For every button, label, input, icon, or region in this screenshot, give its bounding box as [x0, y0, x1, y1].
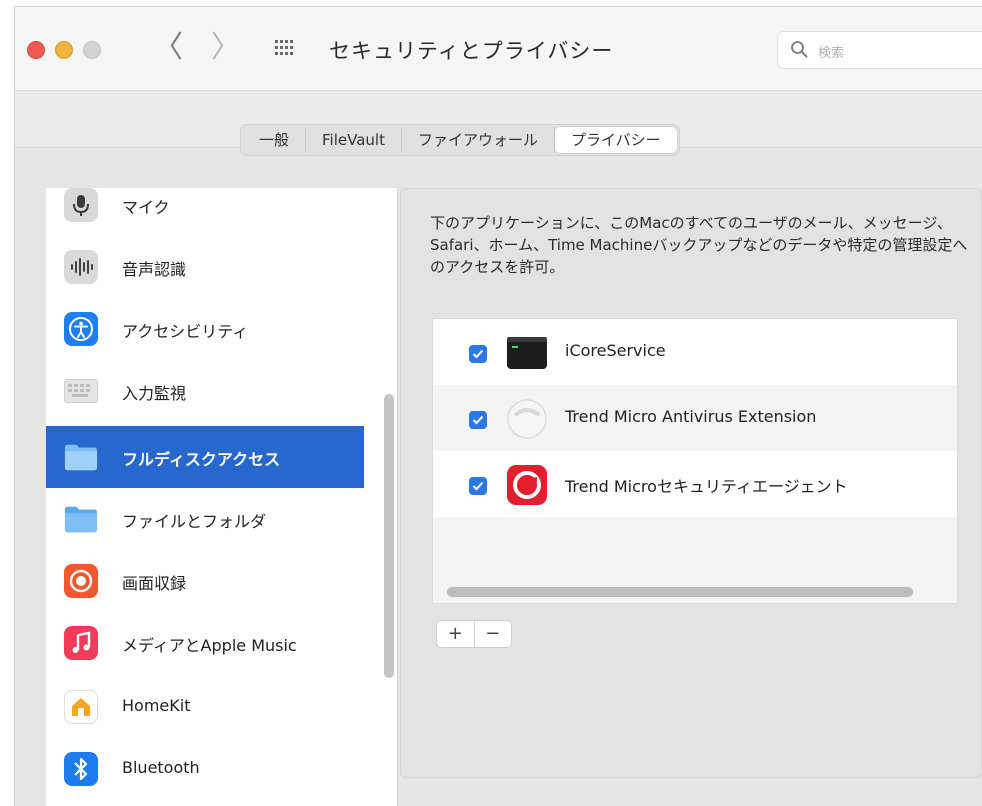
app-enabled-checkbox[interactable]: [469, 345, 487, 363]
home-icon: [64, 690, 98, 724]
shield-icon: [505, 397, 549, 441]
app-list-scrollbar[interactable]: [447, 587, 913, 597]
zoom-window-button[interactable]: [83, 41, 101, 59]
sidebar-item-label: HomeKit: [122, 696, 191, 715]
sidebar-item-label: 音声認識: [122, 260, 187, 279]
trend-micro-icon: [505, 463, 549, 507]
close-window-button[interactable]: [27, 41, 45, 59]
sidebar-scrollbar[interactable]: [384, 394, 394, 678]
app-row-icoreservice[interactable]: iCoreService: [433, 319, 957, 385]
app-name: iCoreService: [565, 341, 666, 360]
sidebar-item-bluetooth[interactable]: Bluetooth: [46, 738, 364, 800]
sidebar-item-label: 入力監視: [122, 384, 187, 403]
music-icon: [64, 626, 98, 660]
window-title: セキュリティとプライバシー: [329, 39, 614, 63]
microphone-icon: [64, 188, 98, 222]
search-icon: [791, 41, 808, 58]
app-list: iCoreService Trend Micro Antivirus Exten…: [432, 318, 958, 604]
sidebar-item-files-and-folders[interactable]: ファイルとフォルダ: [46, 488, 364, 550]
accessibility-icon: [64, 312, 98, 346]
sidebar-item-speech-recognition[interactable]: 音声認識: [46, 236, 364, 298]
sidebar-item-homekit[interactable]: HomeKit: [46, 676, 364, 738]
sidebar-item-label: フルディスクアクセス: [122, 450, 281, 469]
sidebar-item-accessibility[interactable]: アクセシビリティ: [46, 298, 364, 360]
sidebar-item-microphone[interactable]: マイク: [46, 188, 364, 236]
sidebar-item-label: アクセシビリティ: [122, 322, 249, 341]
bluetooth-icon: [64, 752, 98, 786]
sidebar-item-label: ファイルとフォルダ: [122, 512, 267, 531]
tab-filevault[interactable]: FileVault: [306, 127, 402, 153]
speech-recognition-icon: [64, 250, 98, 284]
screen-recording-icon: [64, 564, 98, 598]
sidebar-item-label: メディアとApple Music: [122, 636, 297, 655]
add-remove-control: + −: [436, 620, 512, 648]
keyboard-icon: [64, 379, 98, 403]
tab-privacy[interactable]: プライバシー: [554, 127, 677, 153]
sidebar-item-screen-recording[interactable]: 画面収録: [46, 550, 364, 612]
forward-button[interactable]: 〉: [211, 33, 241, 65]
folder-icon: [64, 440, 98, 474]
search-placeholder: 検索: [818, 46, 845, 61]
sidebar-item-full-disk-access[interactable]: フルディスクアクセス: [46, 426, 364, 488]
tab-firewall[interactable]: ファイアウォール: [402, 127, 555, 153]
sidebar-item-media-apple-music[interactable]: メディアとApple Music: [46, 612, 364, 674]
title-bar: 〈 〉 セキュリティとプライバシー 検索: [15, 7, 982, 91]
remove-app-button[interactable]: −: [475, 621, 512, 647]
sidebar-item-input-monitoring[interactable]: 入力監視: [46, 360, 364, 422]
back-button[interactable]: 〈: [153, 33, 183, 65]
sidebar-item-label: Bluetooth: [122, 758, 200, 777]
folder-icon: [64, 502, 98, 536]
app-row-trend-micro-antivirus-extension[interactable]: Trend Micro Antivirus Extension: [433, 385, 957, 451]
app-enabled-checkbox[interactable]: [469, 477, 487, 495]
sidebar-item-label: マイク: [122, 198, 170, 217]
app-row-trend-micro-security-agent[interactable]: Trend Microセキュリティエージェント: [433, 451, 957, 517]
minimize-window-button[interactable]: [55, 41, 73, 59]
privacy-sidebar: マイク 音声認識 アクセシビリティ 入力監視 フルディスクアクセス ファイルとフ…: [46, 188, 398, 806]
app-name: Trend Micro Antivirus Extension: [565, 407, 817, 426]
tab-general[interactable]: 一般: [243, 127, 307, 153]
add-app-button[interactable]: +: [437, 621, 475, 647]
access-description: 下のアプリケーションに、このMacのすべてのユーザのメール、メッセージ、Safa…: [430, 214, 968, 276]
app-name: Trend Microセキュリティエージェント: [565, 477, 848, 496]
sidebar-item-label: 画面収録: [122, 574, 187, 593]
tab-bar: 一般 FileVault ファイアウォール プライバシー: [240, 124, 680, 156]
terminal-icon: [505, 331, 549, 375]
show-all-grid-icon[interactable]: [275, 40, 295, 58]
app-enabled-checkbox[interactable]: [469, 411, 487, 429]
search-field[interactable]: 検索: [777, 31, 982, 69]
